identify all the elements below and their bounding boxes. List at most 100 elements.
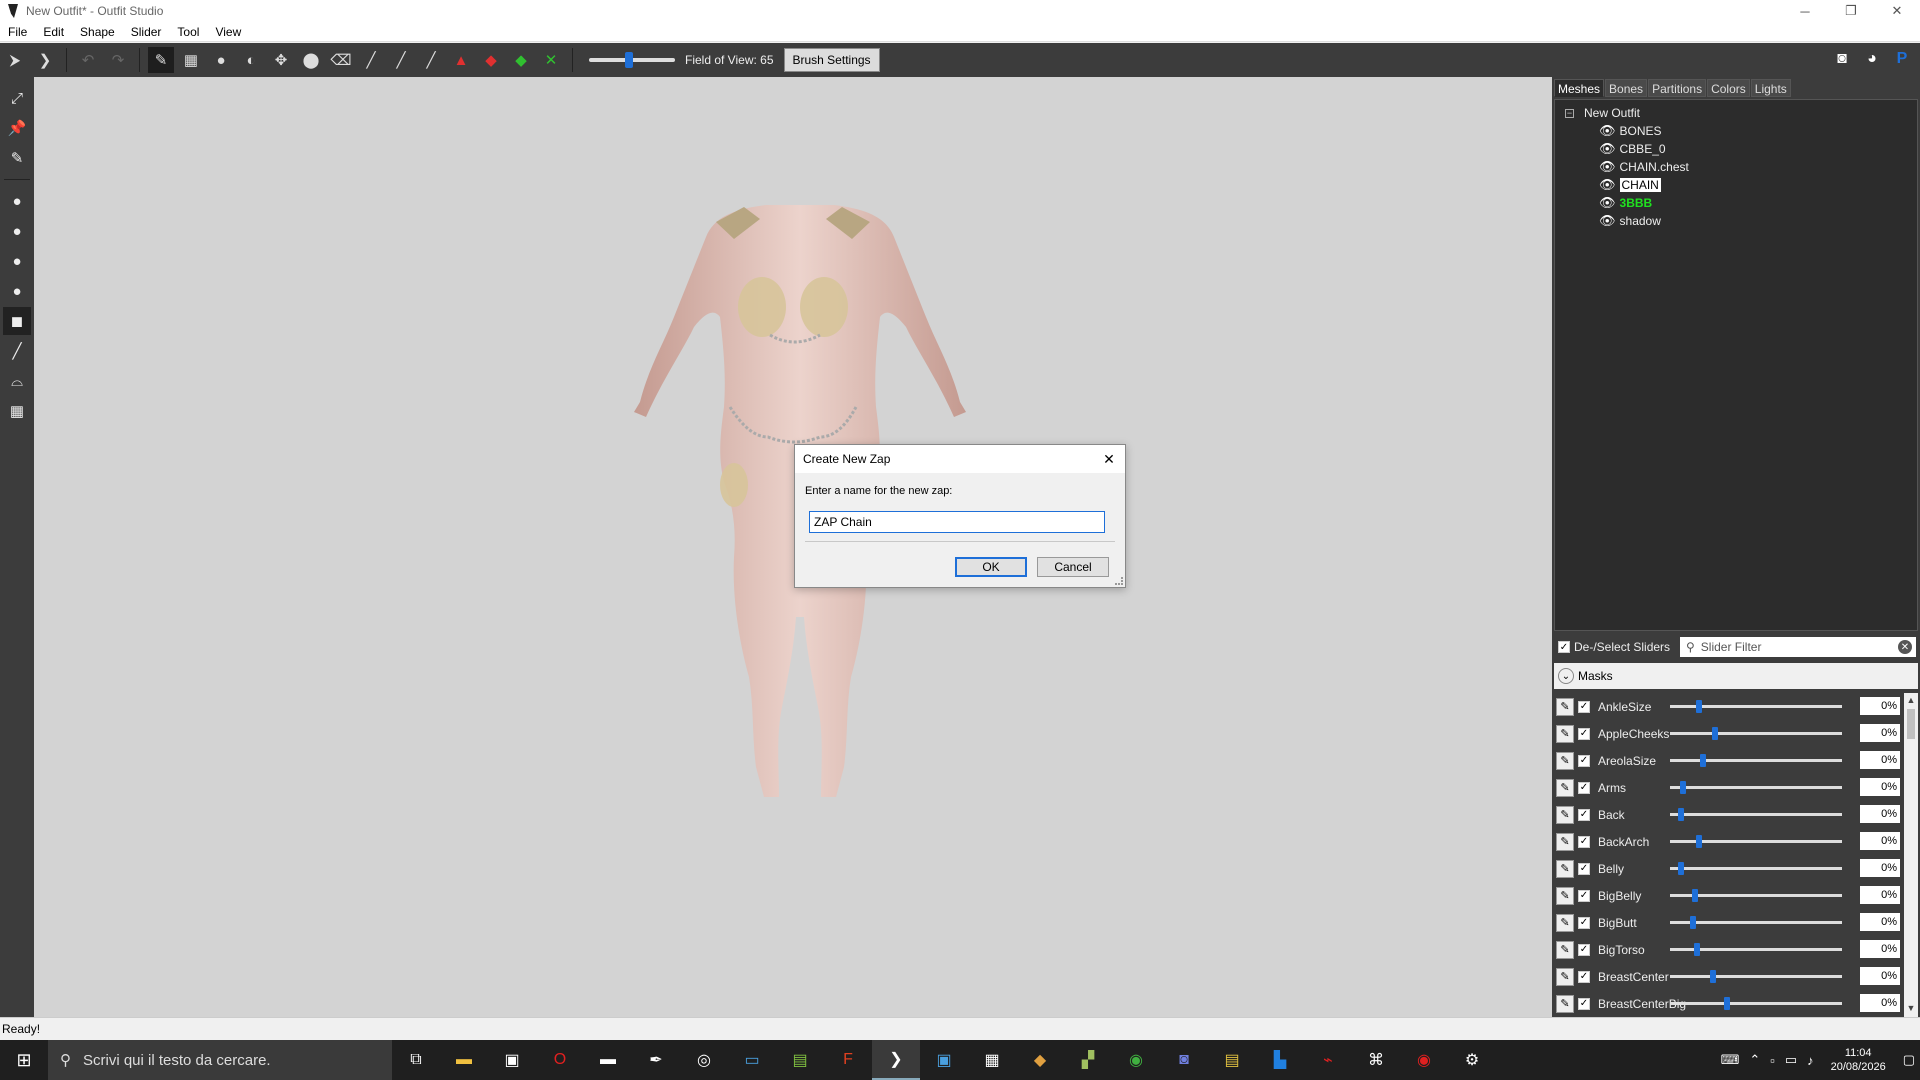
- slider-checkbox[interactable]: ✓: [1578, 700, 1590, 713]
- slider-checkbox[interactable]: ✓: [1578, 943, 1590, 956]
- xlarge-brush-icon[interactable]: ●: [3, 277, 31, 305]
- tab-colors[interactable]: Colors: [1707, 79, 1750, 97]
- slider-value[interactable]: 0%: [1860, 859, 1900, 877]
- minimize-button[interactable]: ─: [1782, 0, 1828, 22]
- app-icon[interactable]: ◆: [1016, 1040, 1064, 1080]
- slider-thumb[interactable]: [1694, 943, 1700, 956]
- deflate-brush-icon[interactable]: ◐: [238, 47, 264, 73]
- edit-slider-icon[interactable]: ✎: [1556, 940, 1574, 959]
- slider-thumb[interactable]: [1724, 997, 1730, 1010]
- app-icon[interactable]: ▞: [1064, 1040, 1112, 1080]
- show-hidden-icon[interactable]: ⌃: [1749, 1052, 1760, 1068]
- tree-root[interactable]: − New Outfit: [1555, 104, 1917, 122]
- slider-checkbox[interactable]: ✓: [1578, 970, 1590, 983]
- slider-track[interactable]: [1670, 862, 1842, 875]
- slider-value[interactable]: 0%: [1860, 778, 1900, 796]
- menu-shape[interactable]: Shape: [72, 25, 123, 39]
- edit-slider-icon[interactable]: ✎: [1556, 832, 1574, 851]
- slider-checkbox[interactable]: ✓: [1578, 889, 1590, 902]
- tree-item-bones[interactable]: 👁 BONES: [1555, 122, 1917, 140]
- slider-checkbox[interactable]: ✓: [1578, 997, 1590, 1010]
- eye-icon[interactable]: 👁: [1599, 123, 1616, 139]
- app-icon[interactable]: ◉: [1400, 1040, 1448, 1080]
- slider-track[interactable]: [1670, 916, 1842, 929]
- deselect-sliders-checkbox[interactable]: ✓: [1558, 641, 1570, 653]
- pencil-tool-icon[interactable]: ✎: [3, 144, 31, 172]
- resize-grip[interactable]: [1115, 577, 1123, 585]
- github-icon[interactable]: ◕: [1860, 47, 1884, 71]
- slider-track[interactable]: [1670, 889, 1842, 902]
- edit-slider-icon[interactable]: ✎: [1556, 859, 1574, 878]
- slider-value[interactable]: 0%: [1860, 913, 1900, 931]
- app-icon[interactable]: ✒: [632, 1040, 680, 1080]
- slider-scrollbar[interactable]: ▲ ▼: [1904, 693, 1918, 1017]
- eye-icon[interactable]: 👁: [1599, 195, 1616, 211]
- clock[interactable]: 11:04 20/08/2026: [1831, 1046, 1886, 1074]
- edit-slider-icon[interactable]: ✎: [1556, 886, 1574, 905]
- edit-slider-icon[interactable]: ✎: [1556, 724, 1574, 743]
- mask-brush-icon[interactable]: ▦: [178, 47, 204, 73]
- app-icon[interactable]: F: [824, 1040, 872, 1080]
- slider-filter-input[interactable]: ⚲ Slider Filter ✕: [1680, 637, 1916, 657]
- flip-edge-icon[interactable]: ◆: [478, 47, 504, 73]
- redo-icon[interactable]: ↷: [105, 47, 131, 73]
- tree-item-chain-chest[interactable]: 👁 CHAIN.chest: [1555, 158, 1917, 176]
- undiff-brush-icon[interactable]: ⌫: [328, 47, 354, 73]
- tree-item-3bbb[interactable]: 👁 3BBB: [1555, 194, 1917, 212]
- slider-track[interactable]: [1670, 997, 1842, 1010]
- tab-lights[interactable]: Lights: [1750, 79, 1791, 97]
- zap-name-input[interactable]: [809, 511, 1105, 533]
- slider-checkbox[interactable]: ✓: [1578, 754, 1590, 767]
- chrome-icon[interactable]: ◉: [1112, 1040, 1160, 1080]
- app-icon[interactable]: ▣: [920, 1040, 968, 1080]
- close-icon[interactable]: ✕: [1099, 449, 1119, 469]
- edit-slider-icon[interactable]: ✎: [1556, 994, 1574, 1013]
- close-window-button[interactable]: ✕: [1874, 0, 1920, 22]
- app-tray-icon[interactable]: ▫: [1770, 1053, 1775, 1068]
- undo-icon[interactable]: ↶: [75, 47, 101, 73]
- app-icon[interactable]: ▙: [1256, 1040, 1304, 1080]
- ok-button[interactable]: OK: [955, 557, 1027, 577]
- task-view-icon[interactable]: ⧉: [392, 1040, 440, 1080]
- inflate-brush-icon[interactable]: ●: [208, 47, 234, 73]
- masks-row[interactable]: ⌄ Masks: [1554, 663, 1918, 689]
- app-icon[interactable]: ▣: [488, 1040, 536, 1080]
- taskbar-search[interactable]: ⚲ Scrivi qui il testo da cercare.: [48, 1040, 392, 1080]
- slider-thumb[interactable]: [1678, 808, 1684, 821]
- tree-item-cbbe[interactable]: 👁 CBBE_0: [1555, 140, 1917, 158]
- opera-icon[interactable]: O: [536, 1040, 584, 1080]
- bridge-tool-icon[interactable]: ⌓: [3, 367, 31, 395]
- slider-value[interactable]: 0%: [1860, 751, 1900, 769]
- fov-slider[interactable]: [589, 52, 675, 68]
- slider-track[interactable]: [1670, 835, 1842, 848]
- medium-brush-icon[interactable]: ●: [3, 217, 31, 245]
- slider-track[interactable]: [1670, 943, 1842, 956]
- edit-slider-icon[interactable]: ✎: [1556, 697, 1574, 716]
- discord-icon[interactable]: ◙: [1160, 1040, 1208, 1080]
- app-icon[interactable]: ▬: [584, 1040, 632, 1080]
- slider-track[interactable]: [1670, 727, 1842, 740]
- slider-value[interactable]: 0%: [1860, 724, 1900, 742]
- eye-icon[interactable]: 👁: [1599, 141, 1616, 157]
- slider-thumb[interactable]: [1696, 835, 1702, 848]
- alpha-brush-icon[interactable]: ╱: [418, 47, 444, 73]
- app-icon[interactable]: ▭: [728, 1040, 776, 1080]
- slider-thumb[interactable]: [1700, 754, 1706, 767]
- tab-meshes[interactable]: Meshes: [1554, 79, 1605, 97]
- file-explorer-icon[interactable]: ▬: [440, 1040, 488, 1080]
- discord-icon[interactable]: ◙: [1830, 47, 1854, 71]
- chevron-down-icon[interactable]: ⌄: [1558, 668, 1574, 684]
- reference-logo-icon[interactable]: ❯: [32, 47, 58, 73]
- slider-track[interactable]: [1670, 700, 1842, 713]
- tab-partitions[interactable]: Partitions: [1648, 79, 1707, 97]
- slider-thumb[interactable]: [1678, 862, 1684, 875]
- app-icon[interactable]: ▤: [1208, 1040, 1256, 1080]
- tree-item-chain[interactable]: 👁 CHAIN: [1555, 176, 1917, 194]
- slider-value[interactable]: 0%: [1860, 805, 1900, 823]
- edit-slider-icon[interactable]: ✎: [1556, 913, 1574, 932]
- scroll-thumb[interactable]: [1907, 709, 1915, 739]
- color-brush-icon[interactable]: ╱: [388, 47, 414, 73]
- keyboard-icon[interactable]: ⌨: [1721, 1052, 1740, 1068]
- edit-slider-icon[interactable]: ✎: [1556, 967, 1574, 986]
- edit-slider-icon[interactable]: ✎: [1556, 805, 1574, 824]
